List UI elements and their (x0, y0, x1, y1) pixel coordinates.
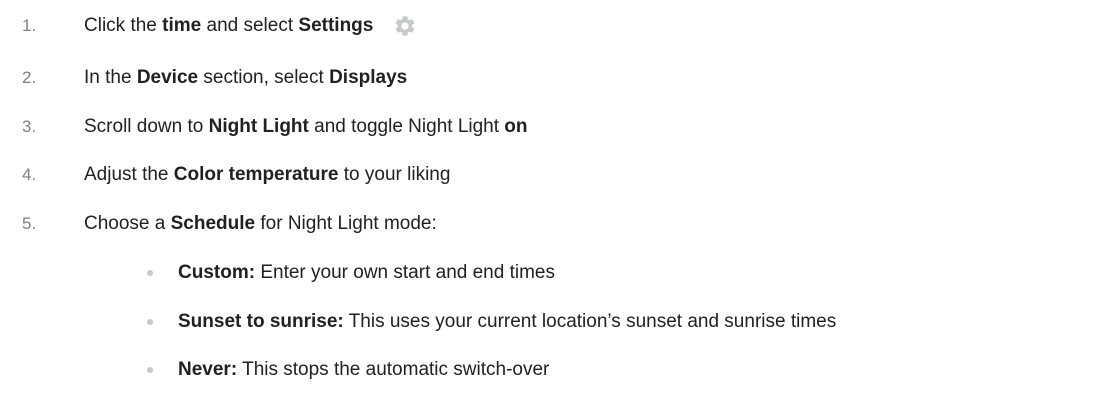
text-segment-bold: Displays (329, 67, 408, 88)
text-segment: Adjust the (84, 164, 174, 185)
bullet-text: Never: This stops the automatic switch-o… (178, 359, 549, 381)
step-number: 4. (22, 165, 37, 184)
step-text: In the Device section, select Displays (84, 67, 407, 89)
step-number: 1. (22, 16, 37, 35)
step-text: Adjust the Color temperature to your lik… (84, 164, 450, 186)
text-segment-bold: Color temperature (173, 164, 339, 185)
bullet-label: Custom: (178, 262, 256, 283)
text-segment: section, select (198, 67, 330, 88)
step-number: 5. (22, 214, 37, 233)
text-segment: Scroll down to (84, 116, 209, 137)
bullet-description: This uses your current location’s sunset… (343, 311, 837, 332)
step-number: 3. (22, 117, 37, 136)
text-segment-bold: Schedule (170, 213, 256, 234)
step-text: Scroll down to Night Light and toggle Ni… (84, 116, 528, 138)
bullet-dot (147, 367, 153, 373)
bullet-label: Never: (178, 359, 238, 380)
text-segment: and select (201, 15, 299, 36)
step-number: 2. (22, 68, 37, 87)
text-segment: In the (84, 67, 137, 88)
bullet-description: This stops the automatic switch-over (237, 359, 550, 380)
bullet-text: Custom: Enter your own start and end tim… (178, 262, 555, 284)
text-segment: for Night Light mode: (255, 213, 437, 234)
text-segment-bold: Settings (298, 15, 374, 36)
step-text: Click the time and select Settings (84, 14, 417, 38)
text-segment-bold: Night Light (208, 116, 309, 137)
bullet-text: Sunset to sunrise: This uses your curren… (178, 311, 836, 333)
text-segment-bold: Device (136, 67, 199, 88)
step-text: Choose a Schedule for Night Light mode: (84, 213, 437, 235)
bullet-description: Enter your own start and end times (255, 262, 555, 283)
text-segment: and toggle Night Light (308, 116, 505, 137)
text-segment: Click the (84, 15, 163, 36)
bullet-dot (147, 319, 153, 325)
text-segment-bold: on (504, 116, 528, 137)
bullet-dot (147, 270, 153, 276)
text-segment-bold: time (162, 15, 202, 36)
text-segment: Choose a (84, 213, 171, 234)
text-segment: to your liking (338, 164, 451, 185)
bullet-label: Sunset to sunrise: (178, 311, 344, 332)
gear-icon (393, 14, 417, 38)
